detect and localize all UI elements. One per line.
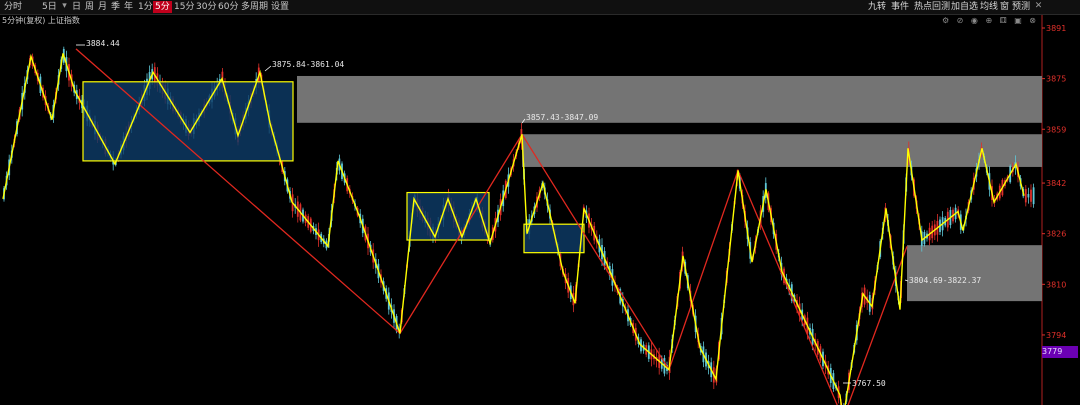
- candle-body: [1030, 189, 1032, 202]
- price-annotation: 3875.84-3861.04: [272, 60, 344, 69]
- y-tick-label: 3810: [1046, 280, 1066, 289]
- candlestick-chart[interactable]: 3891 3875 3859 3842 3826 3810 3794 3884.44 3875.…: [0, 0, 1080, 405]
- y-tick-label: 3875: [1046, 75, 1066, 84]
- y-tick-label: 3842: [1046, 179, 1066, 188]
- price-zone: [297, 75, 1042, 123]
- price-zone: [522, 134, 1042, 167]
- y-tick-label: 3859: [1046, 125, 1066, 134]
- annotation-leader: [264, 65, 272, 72]
- candle-body: [1027, 193, 1030, 198]
- candle-body: [1032, 187, 1035, 205]
- y-tick-label: 3794: [1046, 331, 1066, 340]
- price-zone: [907, 245, 1042, 302]
- y-tick-label: 3826: [1046, 230, 1066, 239]
- price-annotation: 3804.69-3822.37: [909, 276, 981, 285]
- price-annotation: 3767.50: [852, 379, 886, 388]
- candle-body: [1024, 189, 1027, 203]
- price-annotation: 3857.43-3847.09: [526, 113, 598, 122]
- current-price-value: 3779: [1042, 347, 1063, 356]
- current-price-tag: 3779: [1042, 346, 1078, 358]
- y-tick-label: 3891: [1046, 24, 1066, 33]
- price-annotation: 3884.44: [86, 39, 120, 48]
- consolidation-box: [523, 223, 585, 254]
- consolidation-box: [82, 81, 294, 162]
